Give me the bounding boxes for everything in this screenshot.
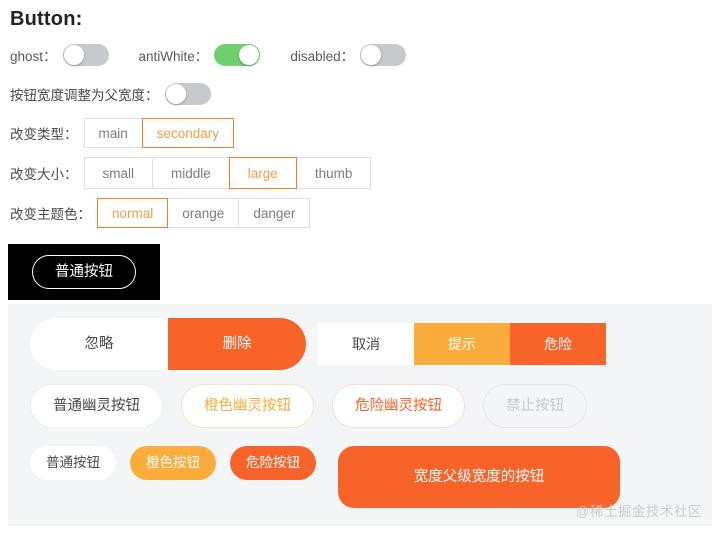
radio-label-type: 改变类型：: [10, 127, 78, 142]
button-group-rounded: 忽略 删除: [30, 318, 306, 370]
radio-label-size: 改变大小：: [10, 167, 78, 182]
ghost-button-row: 普通幽灵按钮 橙色幽灵按钮 危险幽灵按钮 禁止按钮: [8, 370, 712, 428]
radio-option-normal[interactable]: normal: [97, 198, 169, 228]
radio-option-small[interactable]: small: [83, 157, 153, 189]
switch-knob: [165, 84, 186, 104]
ghost-button-danger[interactable]: 危险幽灵按钮: [332, 384, 465, 428]
switch-knob: [239, 45, 260, 65]
black-preview-strip: 普通按钮: [8, 244, 160, 300]
radio-option-thumb[interactable]: thumb: [296, 157, 372, 189]
preview-ghost-button[interactable]: 普通按钮: [32, 254, 136, 290]
pill-button-danger[interactable]: 危险按钮: [230, 446, 316, 480]
switch-label-antiwhite: antiWhite：: [138, 49, 209, 64]
switch-disabled[interactable]: [360, 44, 407, 66]
group-button-delete[interactable]: 删除: [168, 318, 306, 370]
switch-label-parent-width: 按钮宽度调整为父宽度：: [10, 88, 159, 103]
radio-row-type: 改变类型： main secondary: [10, 118, 726, 148]
radio-option-middle[interactable]: middle: [152, 157, 229, 189]
switch-ghost[interactable]: [62, 44, 109, 66]
button-group-square: 取消 提示 危险: [318, 323, 606, 365]
switch-parent-width[interactable]: [164, 83, 211, 105]
ghost-button-normal[interactable]: 普通幽灵按钮: [30, 384, 163, 428]
switch-antiwhite[interactable]: [214, 44, 261, 66]
radio-option-main[interactable]: main: [83, 118, 142, 148]
switch-row-parent-width: 按钮宽度调整为父宽度：: [10, 79, 726, 109]
radio-option-danger[interactable]: danger: [238, 198, 311, 228]
switch-label-disabled: disabled：: [290, 49, 355, 64]
full-width-button[interactable]: 宽度父级宽度的按钮: [338, 446, 620, 508]
switch-row-primary: ghost： antiWhite： disabled：: [10, 40, 726, 70]
ghost-button-orange[interactable]: 橙色幽灵按钮: [181, 384, 314, 428]
radio-option-secondary[interactable]: secondary: [141, 118, 235, 148]
switch-knob: [63, 45, 84, 65]
radio-label-theme: 改变主题色：: [10, 207, 91, 222]
group-button-danger[interactable]: 危险: [510, 323, 606, 365]
group-button-cancel[interactable]: 取消: [318, 323, 414, 365]
ghost-button-disabled: 禁止按钮: [483, 384, 587, 428]
radio-group-theme: normal orange danger: [97, 198, 311, 228]
watermark: @稀土掘金技术社区: [575, 504, 702, 519]
radio-option-large[interactable]: large: [228, 157, 297, 189]
radio-group-size: small middle large thumb: [83, 157, 372, 189]
radio-row-size: 改变大小： small middle large thumb: [10, 157, 726, 189]
radio-group-type: main secondary: [83, 118, 235, 148]
group-button-tip[interactable]: 提示: [414, 323, 510, 365]
button-group-row: 忽略 删除 取消 提示 危险: [8, 304, 712, 370]
pill-button-orange[interactable]: 橙色按钮: [130, 446, 216, 480]
radio-option-orange[interactable]: orange: [168, 198, 239, 228]
pill-button-normal[interactable]: 普通按钮: [30, 446, 116, 480]
demo-panel: 忽略 删除 取消 提示 危险 普通幽灵按钮 橙色幽灵按钮 危险幽灵按钮 禁止按钮…: [8, 304, 712, 526]
switch-label-ghost: ghost：: [10, 49, 57, 64]
switch-knob: [361, 45, 382, 65]
radio-row-theme: 改变主题色： normal orange danger: [10, 198, 726, 228]
pill-button-row: 普通按钮 橙色按钮 危险按钮 宽度父级宽度的按钮: [8, 428, 712, 508]
controls-area: ghost： antiWhite： disabled： 按钮宽度调整为父宽度： …: [0, 40, 726, 228]
group-button-ignore[interactable]: 忽略: [30, 318, 168, 370]
page-title: Button:: [10, 8, 83, 30]
